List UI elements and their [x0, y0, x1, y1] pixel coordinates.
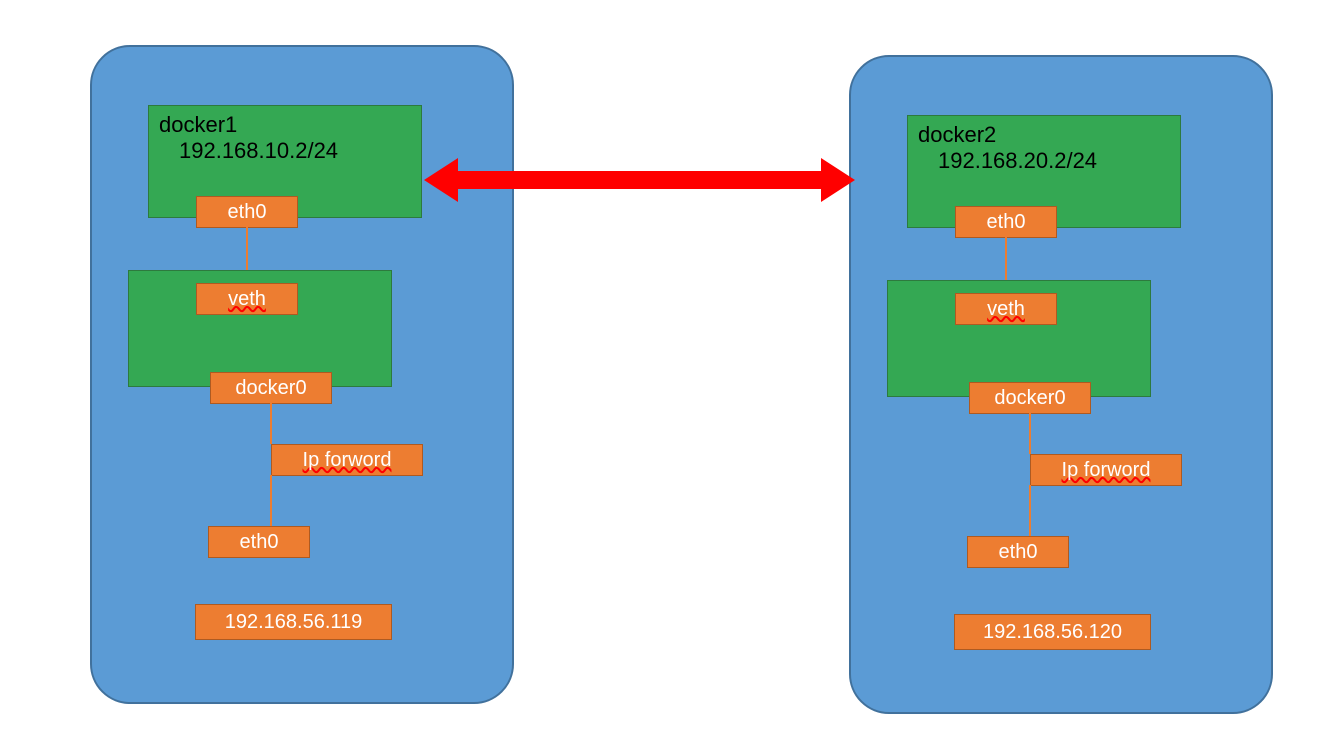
host1-line3: [270, 475, 272, 526]
host1-veth: veth: [196, 283, 298, 315]
arrow-shaft: [456, 171, 823, 189]
host1-ip-forward: Ip forword: [271, 444, 423, 476]
host2-ip: 192.168.56.120: [954, 614, 1151, 650]
host2-line3: [1029, 485, 1031, 536]
host2-eth0-bottom: eth0: [967, 536, 1069, 568]
host1-docker0: docker0: [210, 372, 332, 404]
host2-line2: [1029, 413, 1031, 454]
host1-eth0-top: eth0: [196, 196, 298, 228]
host1-ip: 192.168.56.119: [195, 604, 392, 640]
host1-eth0-bottom: eth0: [208, 526, 310, 558]
host1-line2: [270, 403, 272, 444]
docker2-ip: 192.168.20.2/24: [908, 148, 1180, 174]
arrow-right-head: [821, 158, 855, 202]
host2-eth0-top: eth0: [955, 206, 1057, 238]
arrow-left-head: [424, 158, 458, 202]
host2-ip-forward: Ip forword: [1030, 454, 1182, 486]
docker1-name: docker1: [149, 112, 421, 138]
host2-veth: veth: [955, 293, 1057, 325]
docker1-ip: 192.168.10.2/24: [149, 138, 421, 164]
host2-docker0: docker0: [969, 382, 1091, 414]
docker2-name: docker2: [908, 122, 1180, 148]
